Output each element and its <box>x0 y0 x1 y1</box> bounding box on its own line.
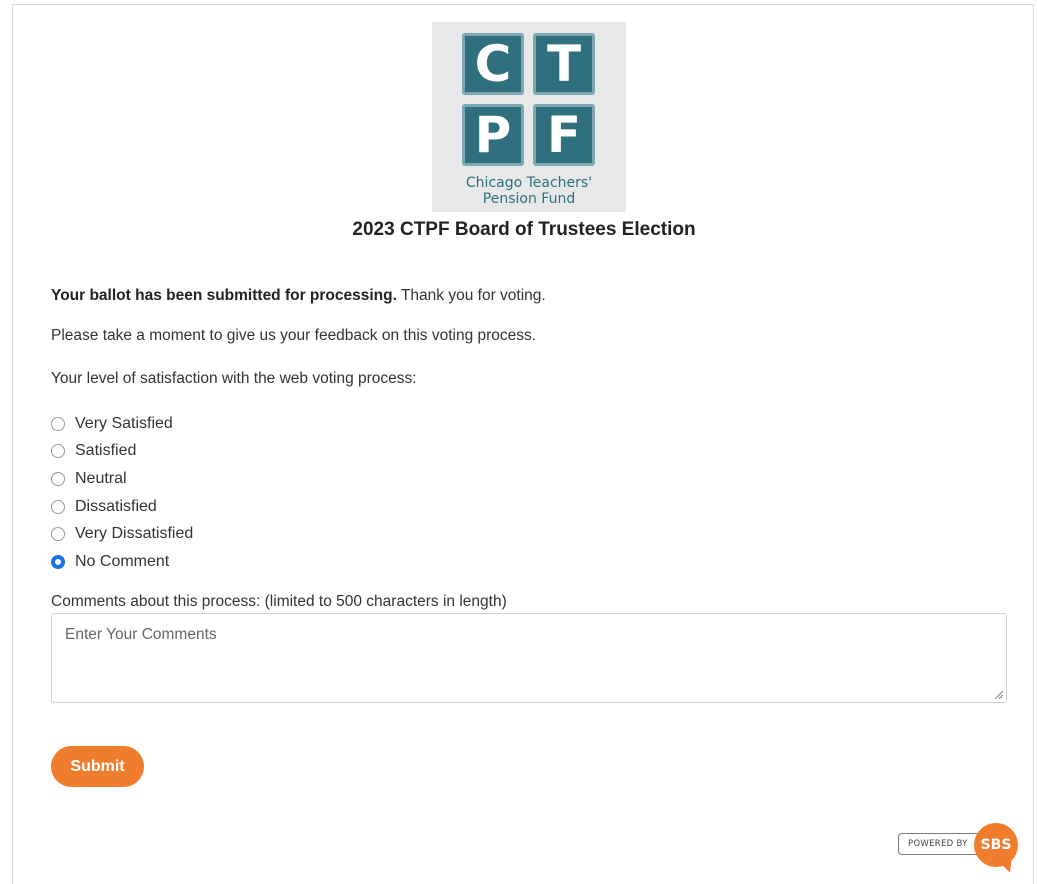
comments-textarea[interactable] <box>51 613 1007 703</box>
satisfaction-label: Your level of satisfaction with the web … <box>51 370 417 387</box>
powered-by-text: POWERED BY <box>898 833 986 855</box>
sbs-logo: SBS <box>974 823 1018 867</box>
logo-tile-c: C <box>462 33 524 95</box>
powered-by-sbs-badge[interactable]: POWERED BY SBS <box>898 823 1024 875</box>
submit-button[interactable]: Submit <box>51 746 144 787</box>
logo-text-line1: Chicago Teachers' <box>465 175 593 191</box>
radio-label: Very Dissatisfied <box>75 525 194 543</box>
radio-label: No Comment <box>75 552 170 570</box>
feedback-prompt: Please take a moment to give us your fee… <box>51 327 537 344</box>
page-title: 2023 CTPF Board of Trustees Election <box>352 219 696 240</box>
radio-very-dissatisfied[interactable] <box>51 527 65 542</box>
radio-label: Dissatisfied <box>75 497 157 515</box>
confirmation-rest: Thank you for voting. <box>396 287 546 304</box>
logo-tile-t: T <box>533 33 595 95</box>
radio-label: Satisfied <box>75 442 137 460</box>
radio-neutral[interactable] <box>51 471 65 486</box>
confirmation-bold: Your ballot has been submitted for proce… <box>51 287 397 304</box>
radio-dissatisfied[interactable] <box>51 499 65 514</box>
radio-label: Neutral <box>75 469 127 487</box>
radio-option-very-dissatisfied[interactable]: Very Dissatisfied <box>51 520 193 548</box>
comments-label: Comments about this process: (limited to… <box>51 593 507 610</box>
radio-label: Very Satisfied <box>75 414 173 432</box>
satisfaction-radio-group: Very Satisfied Satisfied Neutral Dissati… <box>51 410 193 576</box>
radio-option-neutral[interactable]: Neutral <box>51 465 193 493</box>
logo-text-line2: Pension Fund <box>482 191 576 207</box>
radio-option-dissatisfied[interactable]: Dissatisfied <box>51 493 193 521</box>
confirmation-message: Your ballot has been submitted for proce… <box>51 287 546 305</box>
logo-tile-p: P <box>462 104 524 166</box>
radio-option-satisfied[interactable]: Satisfied <box>51 438 193 466</box>
radio-option-very-satisfied[interactable]: Very Satisfied <box>51 410 193 438</box>
ballot-feedback-card: C T P F Chicago Teachers' Pension Fund 2… <box>12 4 1034 884</box>
radio-satisfied[interactable] <box>51 444 65 459</box>
logo-tile-f: F <box>533 104 595 166</box>
radio-no-comment[interactable] <box>51 554 65 569</box>
ctpf-logo: C T P F Chicago Teachers' Pension Fund <box>432 22 626 212</box>
radio-very-satisfied[interactable] <box>51 416 65 431</box>
radio-option-no-comment[interactable]: No Comment <box>51 548 193 576</box>
resize-grip-icon[interactable] <box>995 691 1003 699</box>
